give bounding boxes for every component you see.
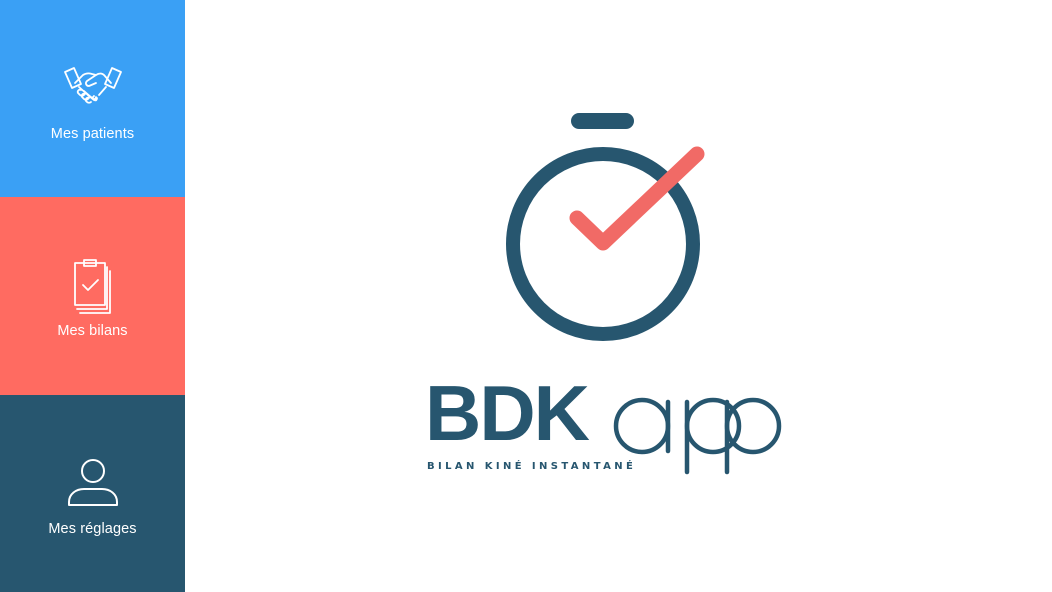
- app-window: Mes patients Mes bilans Mes réglages BDK…: [0, 0, 1052, 592]
- sidebar-item-reglages[interactable]: Mes réglages: [0, 395, 185, 592]
- handshake-icon: [63, 66, 122, 104]
- stopwatch-check-icon: [506, 113, 705, 341]
- main-content: BDK BILAN KINÉ INSTANTANÉ: [185, 0, 1052, 592]
- sidebar: Mes patients Mes bilans Mes réglages: [0, 0, 185, 592]
- app-logo: BDK BILAN KINÉ INSTANTANÉ: [185, 0, 1052, 592]
- sidebar-item-label: Mes patients: [50, 125, 135, 142]
- sidebar-item-patients[interactable]: Mes patients: [0, 0, 185, 197]
- sidebar-item-label: Mes bilans: [57, 323, 128, 339]
- sidebar-item-label: Mes réglages: [48, 520, 137, 537]
- sidebar-item-bilans[interactable]: Mes bilans: [0, 197, 185, 395]
- logo-wordmark: BDK: [425, 374, 590, 452]
- user-icon: [67, 458, 118, 506]
- logo-tagline: BILAN KINÉ INSTANTANÉ: [427, 461, 637, 472]
- clipboard-check-icon: [73, 259, 111, 314]
- logo-wordmark-bold: BDK: [425, 369, 590, 457]
